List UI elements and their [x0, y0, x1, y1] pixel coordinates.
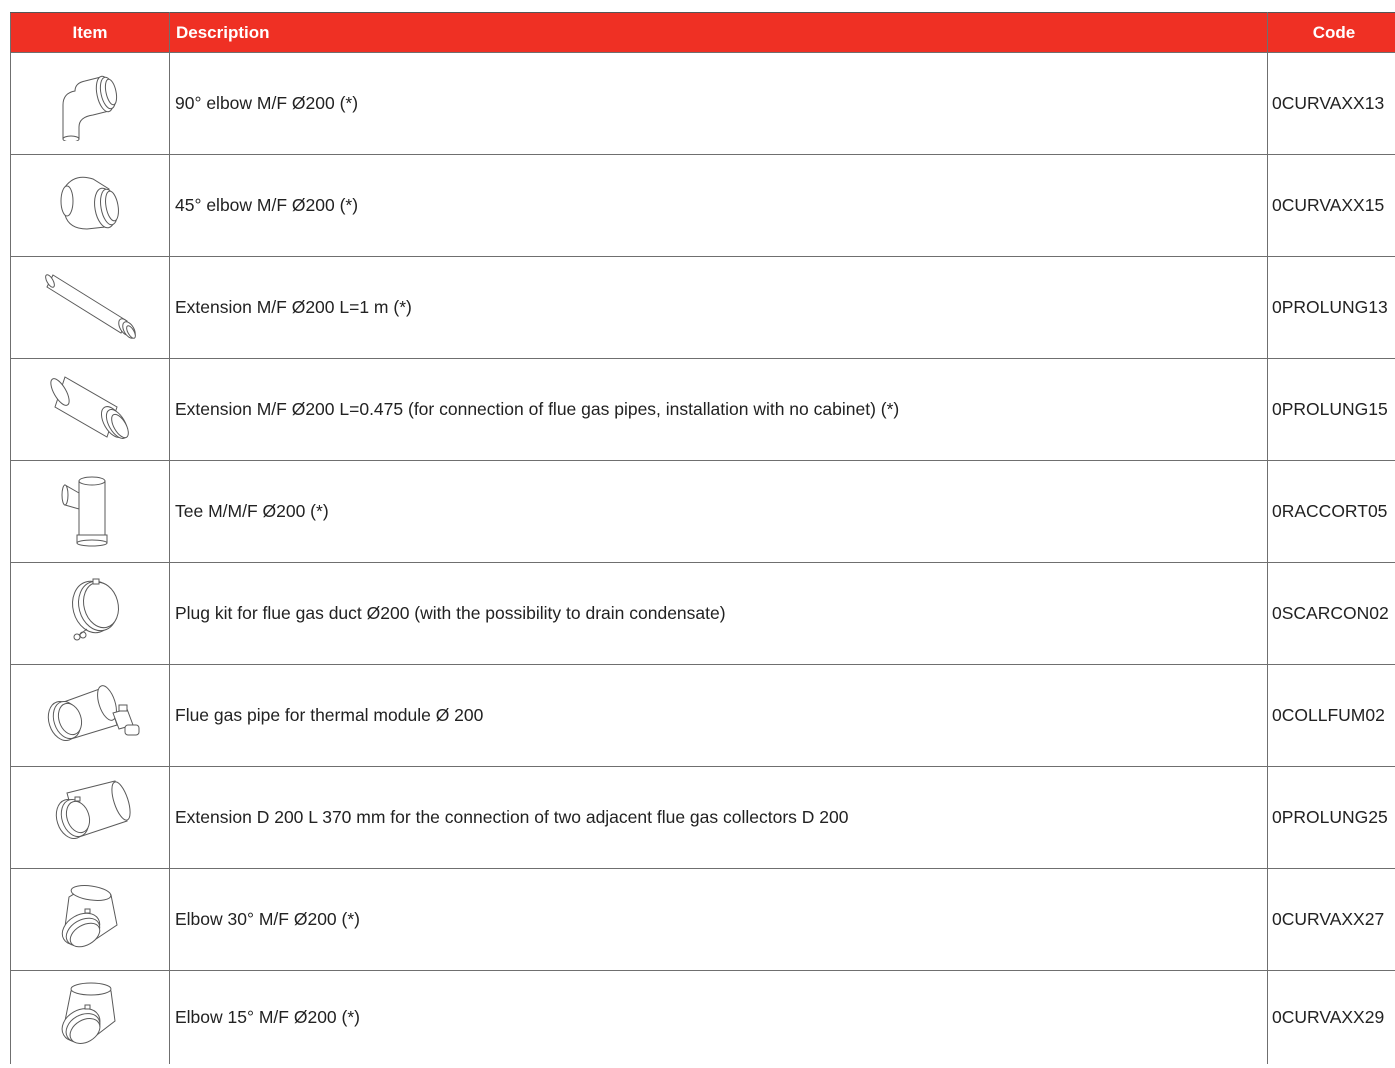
code-cell: 0CURVAXX13	[1267, 52, 1395, 155]
code-cell: 0CURVAXX29	[1267, 970, 1395, 1064]
code-cell: 0SCARCON02	[1267, 562, 1395, 665]
header-code: Code	[1267, 12, 1395, 53]
code-cell: 0CURVAXX27	[1267, 868, 1395, 971]
header-item: Item	[10, 12, 170, 53]
description-cell: Extension M/F Ø200 L=0.475 (for connecti…	[169, 358, 1268, 461]
table-row: Elbow 15° M/F Ø200 (*) 0CURVAXX29	[10, 970, 1395, 1064]
table-row: Extension M/F Ø200 L=1 m (*) 0PROLUNG13	[10, 256, 1395, 359]
item-cell	[10, 868, 170, 971]
item-cell	[10, 766, 170, 869]
code-cell: 0PROLUNG13	[1267, 256, 1395, 359]
code-cell: 0COLLFUM02	[1267, 664, 1395, 767]
code-cell: 0CURVAXX15	[1267, 154, 1395, 257]
table-row: Elbow 30° M/F Ø200 (*) 0CURVAXX27	[10, 868, 1395, 971]
extension-1m-icon	[35, 265, 145, 345]
table-row: Tee M/M/F Ø200 (*) 0RACCORT05	[10, 460, 1395, 563]
item-cell	[10, 664, 170, 767]
elbow-45-icon	[35, 163, 145, 243]
code-cell: 0PROLUNG25	[1267, 766, 1395, 869]
code-cell: 0PROLUNG15	[1267, 358, 1395, 461]
table-row: Extension M/F Ø200 L=0.475 (for connecti…	[10, 358, 1395, 461]
item-cell	[10, 154, 170, 257]
table-row: 45° elbow M/F Ø200 (*) 0CURVAXX15	[10, 154, 1395, 257]
item-cell	[10, 562, 170, 665]
elbow-15-icon	[35, 975, 145, 1055]
item-cell	[10, 256, 170, 359]
plug-kit-icon	[35, 571, 145, 651]
description-cell: Elbow 15° M/F Ø200 (*)	[169, 970, 1268, 1064]
table-header-row: Item Description Code	[10, 12, 1395, 53]
tee-icon	[35, 469, 145, 549]
description-cell: 45° elbow M/F Ø200 (*)	[169, 154, 1268, 257]
elbow-90-icon	[35, 61, 145, 141]
description-cell: Flue gas pipe for thermal module Ø 200	[169, 664, 1268, 767]
extension-short-icon	[35, 367, 145, 447]
accessories-table: Item Description Code 90° elbow M/F Ø200…	[10, 12, 1395, 1064]
elbow-30-icon	[35, 877, 145, 957]
code-cell: 0RACCORT05	[1267, 460, 1395, 563]
description-cell: 90° elbow M/F Ø200 (*)	[169, 52, 1268, 155]
item-cell	[10, 358, 170, 461]
item-cell	[10, 52, 170, 155]
header-description: Description	[169, 12, 1268, 53]
description-cell: Plug kit for flue gas duct Ø200 (with th…	[169, 562, 1268, 665]
description-cell: Extension M/F Ø200 L=1 m (*)	[169, 256, 1268, 359]
extension-370-icon	[35, 775, 145, 855]
flue-gas-pipe-icon	[35, 673, 145, 753]
description-cell: Extension D 200 L 370 mm for the connect…	[169, 766, 1268, 869]
table-row: Flue gas pipe for thermal module Ø 200 0…	[10, 664, 1395, 767]
table-row: 90° elbow M/F Ø200 (*) 0CURVAXX13	[10, 52, 1395, 155]
description-cell: Tee M/M/F Ø200 (*)	[169, 460, 1268, 563]
item-cell	[10, 460, 170, 563]
table-row: Extension D 200 L 370 mm for the connect…	[10, 766, 1395, 869]
table-row: Plug kit for flue gas duct Ø200 (with th…	[10, 562, 1395, 665]
description-cell: Elbow 30° M/F Ø200 (*)	[169, 868, 1268, 971]
item-cell	[10, 970, 170, 1064]
